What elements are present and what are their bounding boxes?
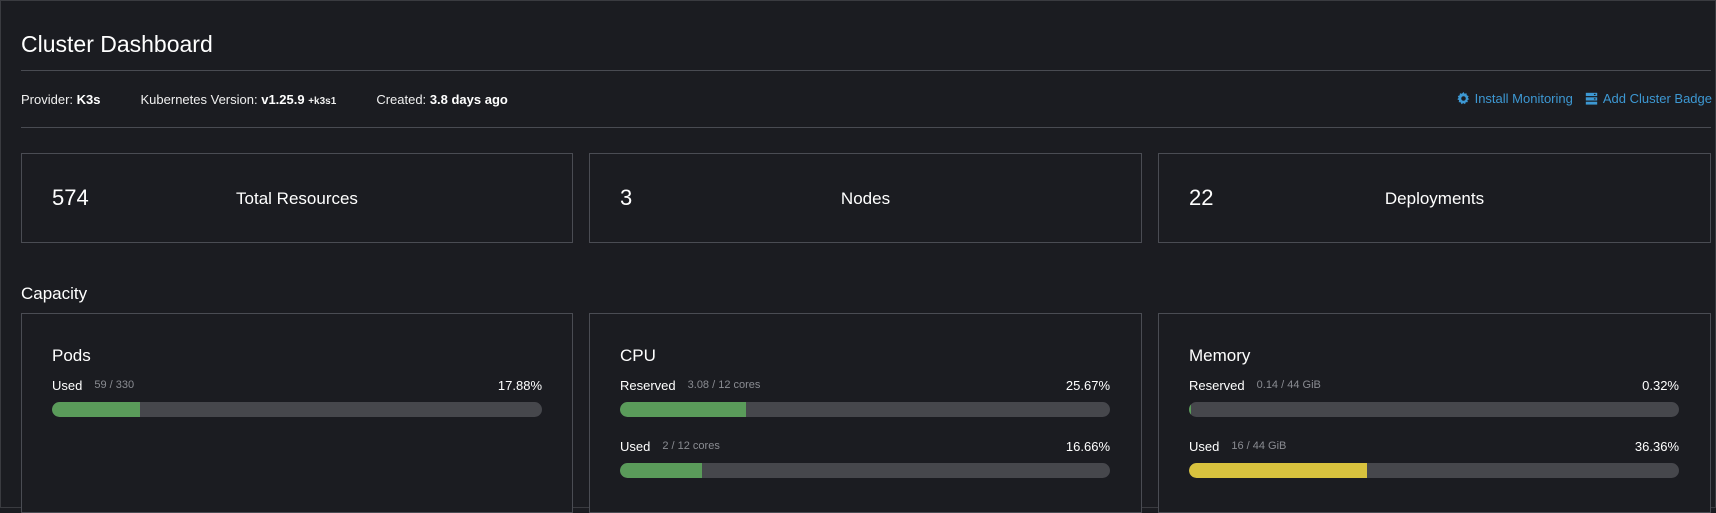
created-value: 3.8 days ago <box>429 92 508 107</box>
created-label: Created: <box>376 92 427 107</box>
gauge-percent: 17.88% <box>497 377 542 393</box>
gauge-bar <box>52 402 542 417</box>
gauge-detail: 16 / 44 GiB <box>1231 440 1287 452</box>
capacity-card-pods: Pods Used 59 / 330 17.88% <box>21 313 573 513</box>
page-title: Cluster Dashboard <box>21 31 213 57</box>
cpu-reserved-gauge: Reserved 3.08 / 12 cores 25.67% <box>620 376 1110 417</box>
capacity-card-title: Memory <box>1189 346 1251 365</box>
stat-card-deployments[interactable]: 22 Deployments <box>1158 153 1711 243</box>
cluster-dashboard: Cluster Dashboard Provider: K3s Kubernet… <box>1 1 1716 513</box>
install-monitoring-link[interactable]: Install Monitoring <box>1456 91 1573 106</box>
gauge-label: Used <box>52 377 83 393</box>
capacity-card-title: CPU <box>620 346 656 365</box>
gauge-bar <box>1189 463 1679 478</box>
gauge-fill <box>620 402 746 417</box>
header-actions: Install Monitoring Add Cluster Badge <box>1445 91 1712 106</box>
server-icon <box>1585 92 1598 105</box>
stat-label: Total Resources <box>236 189 358 208</box>
version-info: Kubernetes Version: v1.25.9 +k3s1 <box>141 92 337 107</box>
version-suffix: +k3s1 <box>308 96 337 107</box>
gauge-fill <box>620 463 702 478</box>
provider-label: Provider: <box>21 92 74 107</box>
stat-label: Deployments <box>1384 189 1485 208</box>
cpu-used-gauge: Used 2 / 12 cores 16.66% <box>620 437 1110 478</box>
gauge-percent: 36.36% <box>1634 438 1679 454</box>
gauge-bar <box>1189 402 1679 417</box>
memory-used-gauge: Used 16 / 44 GiB 36.36% <box>1189 437 1679 478</box>
gauge-percent: 0.32% <box>1642 377 1679 393</box>
capacity-card-cpu: CPU Reserved 3.08 / 12 cores 25.67% Used… <box>589 313 1142 513</box>
stat-card-total-resources[interactable]: 574 Total Resources <box>21 153 573 243</box>
provider-value: K3s <box>76 92 101 107</box>
gauge-detail: 3.08 / 12 cores <box>687 379 761 391</box>
created-info: Created: 3.8 days ago <box>376 92 508 107</box>
gauge-label: Reserved <box>1189 377 1245 393</box>
memory-reserved-gauge: Reserved 0.14 / 44 GiB 0.32% <box>1189 376 1679 417</box>
capacity-card-title: Pods <box>52 346 91 365</box>
provider-info: Provider: K3s <box>21 92 101 107</box>
capacity-card-memory: Memory Reserved 0.14 / 44 GiB 0.32% Used… <box>1158 313 1711 513</box>
capacity-heading: Capacity <box>21 284 88 303</box>
gauge-bar <box>620 402 1110 417</box>
gauge-bar <box>620 463 1110 478</box>
stat-label: Nodes <box>840 189 891 208</box>
pods-used-gauge: Used 59 / 330 17.88% <box>52 376 542 417</box>
gauge-label: Reserved <box>620 377 676 393</box>
version-label: Kubernetes Version: <box>140 92 258 107</box>
gauge-label: Used <box>620 438 651 454</box>
title-divider <box>21 70 1711 71</box>
gauge-percent: 25.67% <box>1065 377 1110 393</box>
install-monitoring-label: Install Monitoring <box>1474 91 1573 106</box>
gauge-fill <box>52 402 140 417</box>
version-value: v1.25.9 <box>261 92 305 107</box>
gauge-fill <box>1189 402 1191 417</box>
gear-icon <box>1456 92 1469 105</box>
gauge-detail: 0.14 / 44 GiB <box>1256 379 1321 391</box>
stat-card-nodes[interactable]: 3 Nodes <box>589 153 1142 243</box>
gauge-percent: 16.66% <box>1065 438 1110 454</box>
gauge-detail: 2 / 12 cores <box>662 440 720 452</box>
add-cluster-badge-link[interactable]: Add Cluster Badge <box>1585 91 1712 106</box>
gauge-fill <box>1189 463 1368 478</box>
meta-divider <box>21 127 1711 128</box>
gauge-detail: 59 / 330 <box>94 379 135 391</box>
cluster-meta: Provider: K3s Kubernetes Version: v1.25.… <box>21 92 548 107</box>
gauge-label: Used <box>1189 438 1220 454</box>
add-cluster-badge-label: Add Cluster Badge <box>1602 91 1712 106</box>
